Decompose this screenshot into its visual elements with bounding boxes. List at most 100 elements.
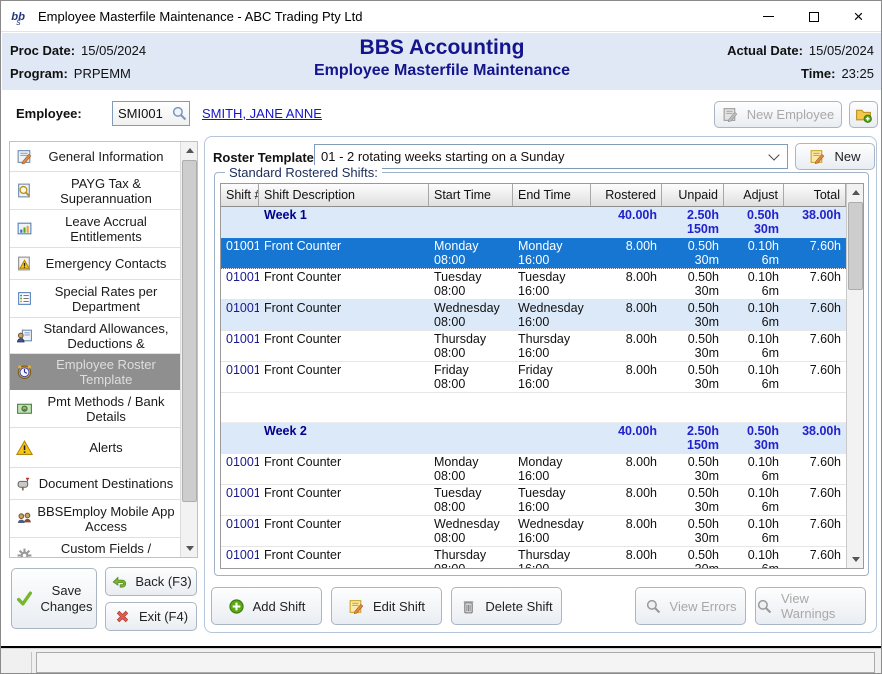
scrollbar-thumb[interactable] xyxy=(182,160,197,502)
shift-description-cell: Front Counter xyxy=(259,300,429,330)
start-time-cell: Friday08:00 xyxy=(429,362,513,392)
adjust-cell: 0.10h6m xyxy=(724,547,784,568)
sidebar-item-alerts[interactable]: Alerts xyxy=(10,428,182,468)
save-changes-button[interactable]: Save Changes xyxy=(11,568,97,629)
new-roster-template-button[interactable]: New xyxy=(795,143,875,170)
shift-row[interactable]: 01001Front CounterThursday08:00Thursday1… xyxy=(221,331,846,362)
shift-number-cell: 01001 xyxy=(221,331,259,361)
exit-button[interactable]: Exit (F4) xyxy=(105,602,197,631)
red-x-icon xyxy=(114,608,131,625)
employee-code-value: SMI001 xyxy=(113,106,171,121)
chevron-down-icon xyxy=(768,149,779,160)
roster-template-value: 01 - 2 rotating weeks starting on a Sund… xyxy=(315,149,770,164)
close-button[interactable]: × xyxy=(836,1,881,32)
table-scrollbar[interactable] xyxy=(846,184,863,568)
sidebar-item-label: Special Rates per Department xyxy=(10,284,182,314)
shift-row[interactable]: 01001Front CounterThursday08:00Thursday1… xyxy=(221,547,846,568)
sidebar-item-general-information[interactable]: General Information xyxy=(10,142,182,172)
sidebar-item-standard-allowances-deductions[interactable]: Standard Allowances, Deductions & xyxy=(10,318,182,354)
adjust-cell: 0.10h6m xyxy=(724,269,784,299)
total-cell: 7.60h xyxy=(784,454,846,484)
view-warnings-button[interactable]: View Warnings xyxy=(755,587,866,625)
rostered-cell: 8.00h xyxy=(591,331,662,361)
employee-code-input[interactable]: SMI001 xyxy=(112,101,190,126)
shift-number-cell xyxy=(221,207,259,237)
end-time-cell: Thursday16:00 xyxy=(513,547,591,568)
shift-description-cell: Front Counter xyxy=(259,516,429,546)
shift-number-cell: 01001 xyxy=(221,516,259,546)
warning-icon xyxy=(16,439,33,456)
sidebar-item-custom-fields-attributes[interactable]: Custom Fields / Attributes xyxy=(10,538,182,557)
end-time-cell: Wednesday16:00 xyxy=(513,516,591,546)
end-time-cell: Tuesday16:00 xyxy=(513,269,591,299)
scroll-up-button[interactable] xyxy=(181,142,198,159)
unpaid-cell: 2.50h150m xyxy=(662,423,724,453)
column-header-shift-description: Shift Description xyxy=(259,184,429,206)
sidebar-item-pmt-methods-bank-details[interactable]: Pmt Methods / Bank Details xyxy=(10,390,182,428)
shift-row[interactable]: 01001Front CounterMonday08:00Monday16:00… xyxy=(221,454,846,485)
minimize-icon xyxy=(763,16,774,17)
adjust-cell: 0.10h6m xyxy=(724,362,784,392)
start-time-cell xyxy=(429,207,513,237)
shift-row[interactable]: 01001Front CounterTuesday08:00Tuesday16:… xyxy=(221,485,846,516)
sidebar-item-bbsemploy-mobile-app-access[interactable]: BBSEmploy Mobile App Access xyxy=(10,500,182,538)
shift-number-cell: 01001 xyxy=(221,485,259,515)
unpaid-cell: 0.50h30m xyxy=(662,516,724,546)
magnifier-icon xyxy=(756,598,773,615)
search-icon[interactable] xyxy=(171,105,188,122)
shift-row[interactable]: 01001Front CounterFriday08:00Friday16:00… xyxy=(221,362,846,393)
total-cell: 7.60h xyxy=(784,362,846,392)
scroll-down-button[interactable] xyxy=(181,540,198,557)
minimize-button[interactable] xyxy=(746,1,791,32)
time-label: Time: xyxy=(801,66,835,81)
notepad-pencil-icon xyxy=(348,598,365,615)
time-value: 23:25 xyxy=(841,66,874,81)
edit-doc-icon xyxy=(16,148,33,165)
shift-row[interactable]: 01001Front CounterMonday08:00Monday16:00… xyxy=(221,238,846,269)
adjust-cell: 0.50h30m xyxy=(724,423,784,453)
edit-shift-button[interactable]: Edit Shift xyxy=(331,587,442,625)
end-time-cell xyxy=(513,423,591,453)
shifts-table: Shift #Shift DescriptionStart TimeEnd Ti… xyxy=(220,183,864,569)
shift-row[interactable]: 01001Front CounterWednesday08:00Wednesda… xyxy=(221,516,846,547)
list-doc-icon xyxy=(16,290,33,307)
shift-row[interactable]: 01001Front CounterTuesday08:00Tuesday16:… xyxy=(221,269,846,300)
open-employee-folder-button[interactable] xyxy=(849,101,878,128)
new-employee-button[interactable]: New Employee xyxy=(714,101,842,128)
employee-name-link[interactable]: SMITH, JANE ANNE xyxy=(202,106,322,121)
delete-shift-button[interactable]: Delete Shift xyxy=(451,587,562,625)
sidebar-item-employee-roster-template[interactable]: Employee Roster Template xyxy=(10,354,182,390)
total-cell: 38.00h xyxy=(784,207,846,237)
rostered-cell: 8.00h xyxy=(591,362,662,392)
chevron-up-icon xyxy=(852,190,860,195)
svg-text:s: s xyxy=(16,17,21,26)
start-time-cell: Monday08:00 xyxy=(429,454,513,484)
sidebar-item-special-rates-per-department[interactable]: Special Rates per Department xyxy=(10,280,182,318)
rostered-cell: 8.00h xyxy=(591,485,662,515)
shift-number-cell: 01001 xyxy=(221,454,259,484)
mailbox-icon xyxy=(16,475,33,492)
column-header-end-time: End Time xyxy=(513,184,591,206)
sidebar-item-payg-tax-superannuation[interactable]: PAYG Tax & Superannuation xyxy=(10,172,182,210)
scrollbar-thumb[interactable] xyxy=(848,202,863,290)
shift-description-cell: Front Counter xyxy=(259,547,429,568)
shift-row[interactable]: 01001Front CounterWednesday08:00Wednesda… xyxy=(221,300,846,331)
maximize-button[interactable] xyxy=(791,1,836,32)
start-time-cell: Tuesday08:00 xyxy=(429,485,513,515)
sidebar-scrollbar[interactable] xyxy=(180,142,197,557)
sidebar-item-leave-accrual-entitlements[interactable]: Leave Accrual Entitlements xyxy=(10,210,182,248)
sidebar-item-emergency-contacts[interactable]: Emergency Contacts xyxy=(10,248,182,280)
adjust-cell: 0.10h6m xyxy=(724,331,784,361)
roster-template-select[interactable]: 01 - 2 rotating weeks starting on a Sund… xyxy=(314,144,788,169)
adjust-cell: 0.10h6m xyxy=(724,454,784,484)
shift-description-cell: Front Counter xyxy=(259,454,429,484)
view-errors-button[interactable]: View Errors xyxy=(635,587,746,625)
back-button[interactable]: Back (F3) xyxy=(105,567,197,596)
adjust-cell: 0.10h6m xyxy=(724,485,784,515)
scroll-down-button[interactable] xyxy=(847,551,864,568)
add-shift-button[interactable]: Add Shift xyxy=(211,587,322,625)
shift-description-cell: Front Counter xyxy=(259,331,429,361)
app-window: bbs Employee Masterfile Maintenance - AB… xyxy=(0,0,882,674)
scroll-up-button[interactable] xyxy=(847,184,864,201)
sidebar-item-document-destinations[interactable]: Document Destinations xyxy=(10,468,182,500)
